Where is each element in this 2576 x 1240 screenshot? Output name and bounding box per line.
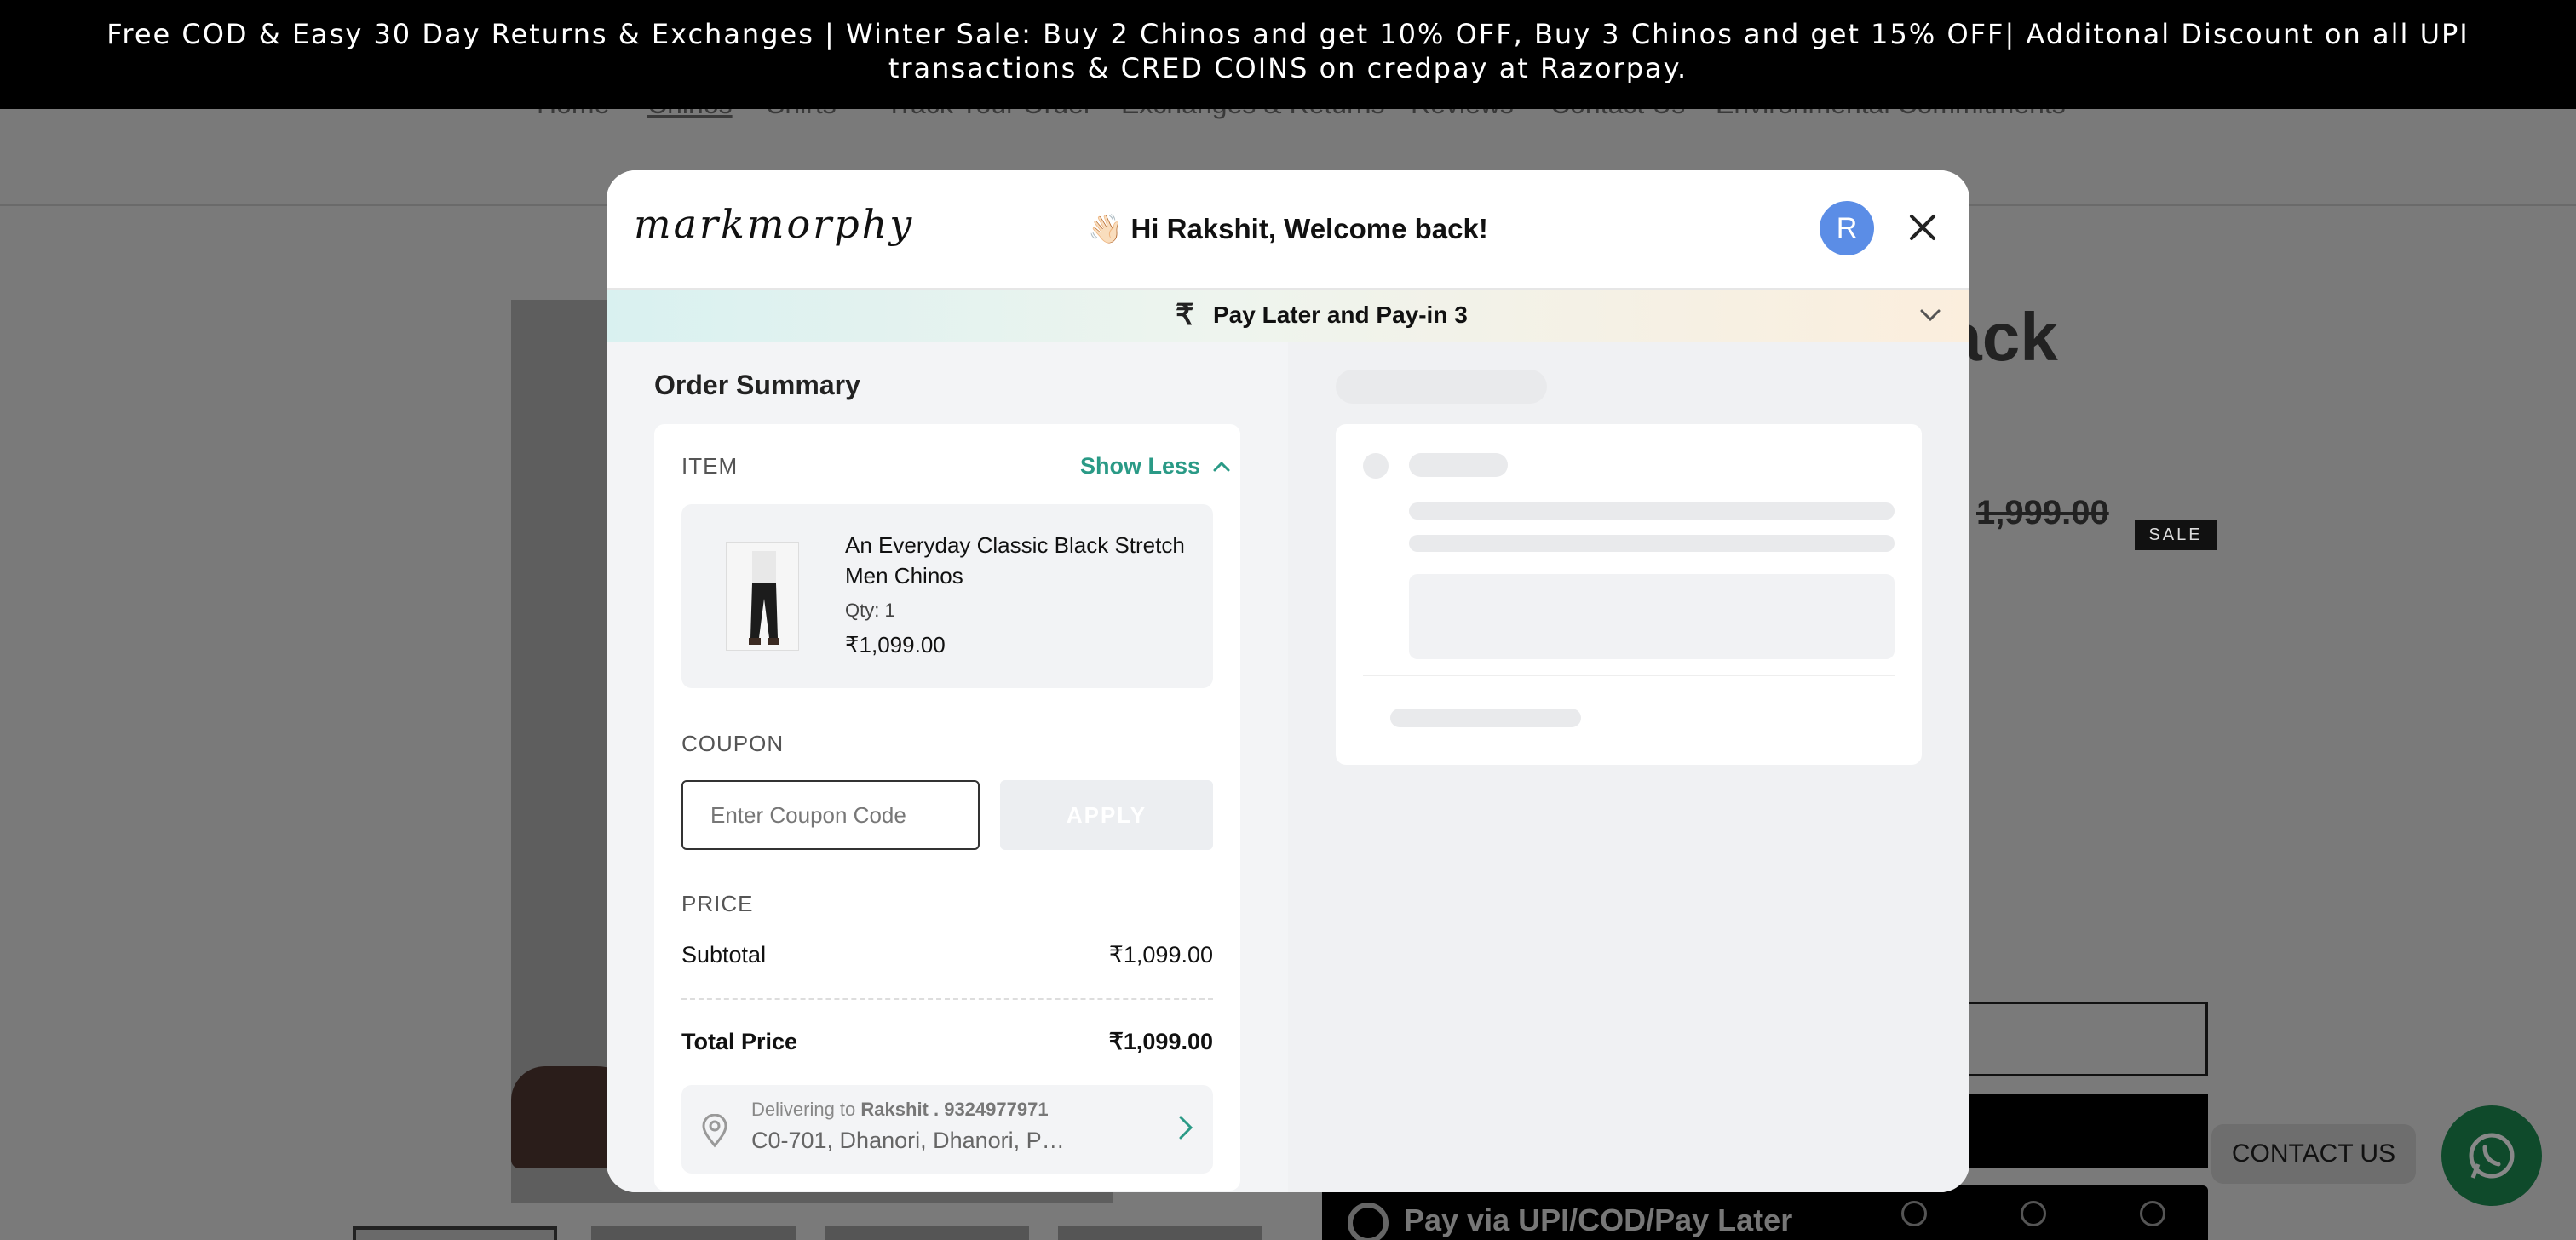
delivery-to-line: Delivering to Rakshit . 9324977971 bbox=[751, 1099, 1049, 1121]
lightning-icon bbox=[1901, 1201, 1927, 1226]
pay-strip-label: Pay via UPI/COD/Pay Later bbox=[1404, 1203, 1793, 1237]
cart-item: An Everyday Classic Black Stretch Men Ch… bbox=[681, 504, 1213, 688]
location-pin-icon bbox=[702, 1114, 727, 1148]
skeleton-card bbox=[1336, 424, 1922, 765]
skeleton-dot bbox=[1363, 453, 1389, 479]
announcement-bar: Free COD & Easy 30 Day Returns & Exchang… bbox=[0, 0, 2576, 109]
add-to-cart-button[interactable] bbox=[1959, 1002, 2208, 1076]
price-divider bbox=[681, 998, 1213, 1000]
total-row: Total Price ₹1,099.00 bbox=[681, 1029, 1213, 1055]
pay-options-strip[interactable]: Pay via UPI/COD/Pay Later bbox=[1322, 1185, 2208, 1240]
order-summary-title: Order Summary bbox=[654, 370, 860, 400]
order-summary-panel: Order Summary ITEM Show Less An Everyday… bbox=[607, 342, 1288, 1192]
chevron-down-icon bbox=[1920, 309, 1941, 322]
pay-later-label: Pay Later and Pay-in 3 bbox=[1213, 301, 1468, 328]
item-qty: Qty: 1 bbox=[845, 600, 895, 621]
razorpay-logo-icon bbox=[1348, 1203, 1389, 1240]
payment-panel-loading bbox=[1288, 342, 1969, 1192]
thumbnail-2[interactable] bbox=[591, 1226, 796, 1240]
contact-us-button[interactable]: CONTACT US bbox=[2211, 1124, 2416, 1184]
chevron-right-icon bbox=[1179, 1116, 1193, 1140]
chevron-up-icon bbox=[1213, 461, 1230, 472]
item-section-label: ITEM bbox=[681, 453, 739, 479]
item-name: An Everyday Classic Black Stretch Men Ch… bbox=[845, 532, 1185, 588]
skeleton-heading bbox=[1336, 370, 1547, 404]
welcome-message: 👋🏻 Hi Rakshit, Welcome back! bbox=[1088, 213, 1488, 244]
thumbnail-4[interactable] bbox=[1058, 1226, 1262, 1240]
coupon-section-label: COUPON bbox=[681, 731, 785, 756]
delivery-address-text: C0-701, Dhanori, Dhanori, Pune... bbox=[751, 1128, 1075, 1153]
thumbnail-1[interactable] bbox=[353, 1226, 557, 1240]
shield-icon bbox=[2140, 1201, 2165, 1226]
close-icon[interactable] bbox=[1901, 206, 1944, 249]
thumbnail-3[interactable] bbox=[825, 1226, 1029, 1240]
subtotal-value: ₹1,099.00 bbox=[1108, 942, 1213, 967]
user-avatar[interactable]: R bbox=[1820, 201, 1874, 255]
skeleton-block bbox=[1409, 574, 1895, 659]
show-less-button[interactable]: Show Less bbox=[1080, 453, 1231, 479]
delivery-address[interactable]: Delivering to Rakshit . 9324977971 C0-70… bbox=[681, 1085, 1213, 1174]
price-section-label: PRICE bbox=[681, 891, 754, 916]
product-old-price: 1,999.00 bbox=[1976, 494, 2109, 531]
subtotal-label: Subtotal bbox=[681, 942, 767, 967]
whatsapp-icon bbox=[2469, 1133, 2515, 1179]
total-value: ₹1,099.00 bbox=[1108, 1029, 1213, 1054]
order-summary-card: ITEM Show Less An Everyday Classic Black… bbox=[654, 424, 1240, 1191]
total-label: Total Price bbox=[681, 1029, 798, 1054]
rupee-icon: ₹ bbox=[1176, 299, 1194, 331]
skeleton-line-4 bbox=[1390, 709, 1581, 727]
item-thumbnail bbox=[726, 542, 799, 651]
whatsapp-button[interactable] bbox=[2441, 1105, 2542, 1206]
skeleton-divider bbox=[1363, 675, 1895, 676]
skeleton-line-3 bbox=[1409, 535, 1895, 552]
apply-coupon-button[interactable]: APPLY bbox=[1000, 780, 1213, 850]
pay-later-banner[interactable]: ₹ Pay Later and Pay-in 3 bbox=[607, 288, 1969, 342]
coupon-input[interactable] bbox=[681, 780, 980, 850]
delivery-name-phone: Rakshit . 9324977971 bbox=[860, 1099, 1049, 1120]
checkout-modal: markmorphy 👋🏻 Hi Rakshit, Welcome back! … bbox=[607, 170, 1969, 1192]
subtotal-row: Subtotal ₹1,099.00 bbox=[681, 942, 1213, 968]
modal-header: markmorphy 👋🏻 Hi Rakshit, Welcome back! … bbox=[607, 170, 1969, 288]
item-price: ₹1,099.00 bbox=[845, 632, 946, 657]
skeleton-line-2 bbox=[1409, 502, 1895, 520]
delivery-prefix: Delivering to bbox=[751, 1099, 856, 1120]
chinos-image-icon bbox=[749, 551, 779, 645]
skeleton-line-1 bbox=[1409, 453, 1508, 477]
sale-badge: SALE bbox=[2135, 520, 2217, 550]
buy-now-button[interactable] bbox=[1959, 1094, 2208, 1168]
calendar-icon bbox=[2021, 1201, 2046, 1226]
show-less-label: Show Less bbox=[1080, 453, 1201, 479]
